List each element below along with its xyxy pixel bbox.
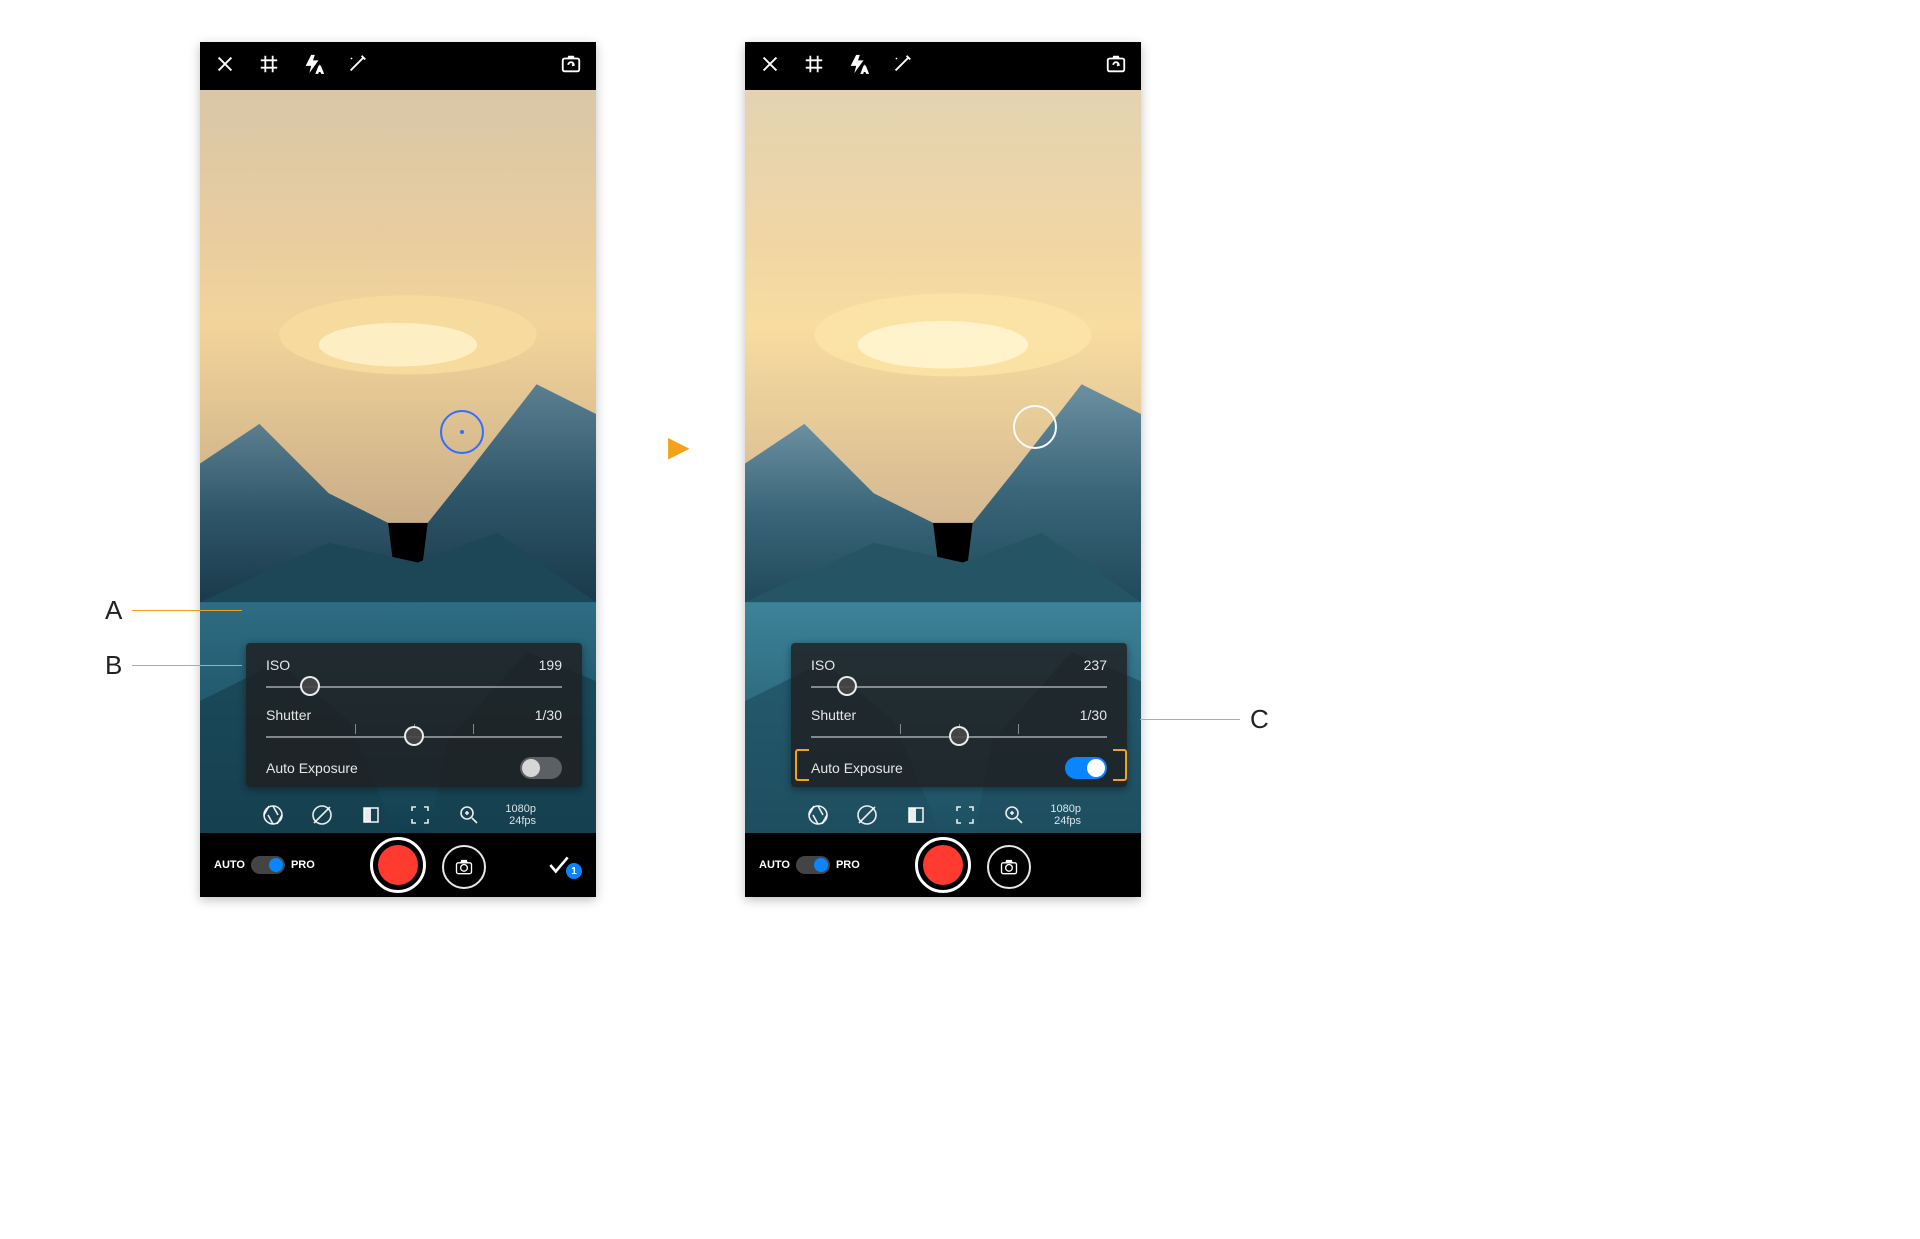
grid-icon[interactable]	[258, 53, 280, 80]
auto-pro-toggle[interactable]: AUTO PRO	[759, 856, 860, 874]
shutter-value: 1/30	[535, 707, 562, 723]
callout-c-highlight	[795, 749, 809, 781]
svg-text:A: A	[862, 65, 869, 75]
record-button[interactable]	[915, 837, 971, 893]
auto-exposure-toggle[interactable]	[520, 757, 562, 779]
shutter-slider[interactable]	[266, 723, 562, 749]
callout-a: A	[105, 595, 242, 626]
magic-wand-icon[interactable]	[346, 53, 368, 80]
svg-text:A: A	[317, 65, 324, 75]
exposure-comp-icon[interactable]	[854, 802, 879, 828]
shutter-slider-thumb[interactable]	[404, 726, 424, 746]
shutter-bar: AUTO PRO 1	[200, 833, 596, 897]
focus-reticle[interactable]	[440, 410, 484, 454]
iso-label: ISO	[266, 657, 290, 673]
gallery-button[interactable]: 1	[546, 851, 582, 879]
pro-tools-row: 1080p24fps	[200, 795, 596, 835]
callout-b: B	[105, 650, 242, 681]
callout-c-highlight	[1113, 749, 1127, 781]
auto-pro-toggle[interactable]: AUTO PRO	[214, 856, 315, 874]
pro-tools-row: 1080p24fps	[745, 795, 1141, 835]
auto-exposure-toggle[interactable]	[1065, 757, 1107, 779]
iso-value: 237	[1084, 657, 1107, 673]
white-balance-icon[interactable]	[358, 802, 383, 828]
shutter-bar: AUTO PRO	[745, 833, 1141, 897]
focus-tool-icon[interactable]	[952, 802, 977, 828]
iso-slider-thumb[interactable]	[300, 676, 320, 696]
metering-reticle[interactable]	[1013, 405, 1057, 449]
iso-slider[interactable]	[811, 673, 1107, 699]
zoom-tool-icon[interactable]	[456, 802, 481, 828]
aperture-tool-icon[interactable]	[260, 802, 285, 828]
focus-tool-icon[interactable]	[407, 802, 432, 828]
grid-icon[interactable]	[803, 53, 825, 80]
iso-value: 199	[539, 657, 562, 673]
exposure-comp-icon[interactable]	[309, 802, 334, 828]
exposure-panel: ISO 237 Shutter 1/30 Auto Exposure	[791, 643, 1127, 787]
aperture-tool-icon[interactable]	[805, 802, 830, 828]
camera-top-bar: A	[745, 42, 1141, 90]
auto-exposure-label: Auto Exposure	[811, 760, 903, 776]
iso-slider[interactable]	[266, 673, 562, 699]
exposure-panel: ISO 199 Shutter 1/30 Auto Exposure	[246, 643, 582, 787]
record-button[interactable]	[370, 837, 426, 893]
resolution-indicator[interactable]: 1080p24fps	[1050, 803, 1081, 827]
close-icon[interactable]	[759, 53, 781, 80]
auto-exposure-label: Auto Exposure	[266, 760, 358, 776]
phone-screenshot-after: A ISO 237 Shutter 1/30	[745, 42, 1141, 897]
gallery-count-badge: 1	[566, 863, 582, 879]
transition-arrow-icon: ▶	[668, 430, 690, 463]
shutter-slider-thumb[interactable]	[949, 726, 969, 746]
callout-c: C	[1140, 704, 1269, 735]
white-balance-icon[interactable]	[903, 802, 928, 828]
switch-camera-icon[interactable]	[560, 53, 582, 80]
still-capture-button[interactable]	[442, 845, 486, 889]
close-icon[interactable]	[214, 53, 236, 80]
camera-top-bar: A	[200, 42, 596, 90]
still-capture-button[interactable]	[987, 845, 1031, 889]
iso-label: ISO	[811, 657, 835, 673]
shutter-label: Shutter	[811, 707, 856, 723]
shutter-slider[interactable]	[811, 723, 1107, 749]
switch-camera-icon[interactable]	[1105, 53, 1127, 80]
magic-wand-icon[interactable]	[891, 53, 913, 80]
shutter-label: Shutter	[266, 707, 311, 723]
zoom-tool-icon[interactable]	[1001, 802, 1026, 828]
flash-auto-icon[interactable]: A	[302, 53, 324, 80]
iso-slider-thumb[interactable]	[837, 676, 857, 696]
resolution-indicator[interactable]: 1080p24fps	[505, 803, 536, 827]
flash-auto-icon[interactable]: A	[847, 53, 869, 80]
phone-screenshot-before: A ISO 199 Shutter 1/30	[200, 42, 596, 897]
shutter-value: 1/30	[1080, 707, 1107, 723]
